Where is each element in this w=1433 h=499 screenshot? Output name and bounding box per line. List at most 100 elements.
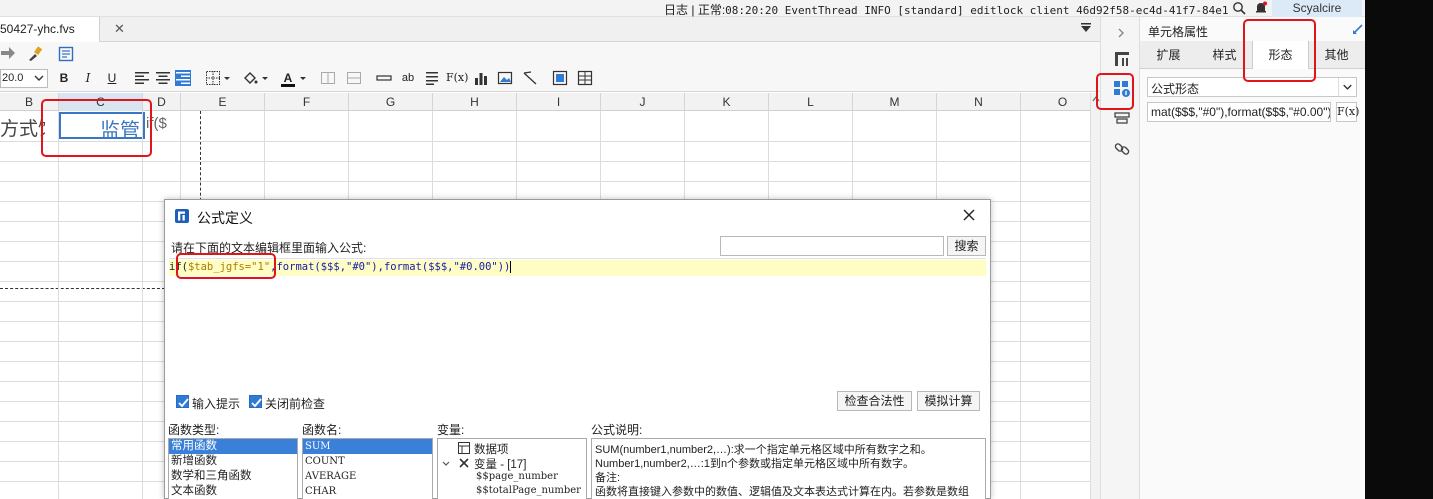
annotation-box-cell — [41, 99, 152, 157]
font-color-letter: A — [283, 71, 293, 85]
dialog-titlebar: 公式定义 — [165, 200, 990, 232]
chevron-right-icon[interactable] — [1115, 27, 1127, 39]
bold-button[interactable]: B — [56, 70, 72, 86]
format-painter-icon[interactable] — [27, 46, 43, 62]
func-name-item[interactable]: COUNT — [303, 454, 432, 469]
input-hint-label: 输入提示 — [192, 397, 241, 411]
bell-icon[interactable] — [1254, 1, 1268, 15]
status-prefix: 正常: — [697, 3, 726, 17]
tree-variable-group[interactable]: 变量 - [17] — [474, 456, 526, 472]
column-header-j[interactable]: J — [601, 93, 685, 111]
preview-icon[interactable] — [58, 46, 74, 62]
input-hint-checkbox[interactable] — [176, 395, 189, 408]
func-type-item[interactable]: 数学和三角函数 — [169, 469, 297, 484]
insert-row-icon[interactable] — [376, 70, 392, 86]
paragraph-icon[interactable] — [424, 70, 440, 86]
column-header-f[interactable]: F — [265, 93, 349, 111]
search-button[interactable]: 搜索 — [947, 236, 986, 256]
slash-icon[interactable] — [522, 70, 538, 86]
user-name[interactable]: Scyalcire — [1272, 0, 1362, 17]
check-before-close-checkbox[interactable] — [249, 395, 262, 408]
status-bar: 日志 | 正常:08:20:20 EventThread INFO [stand… — [0, 0, 1433, 17]
align-right-icon[interactable] — [175, 70, 191, 86]
search-icon[interactable] — [1232, 1, 1246, 15]
annotation-box-tab — [1243, 19, 1316, 82]
layer-icon[interactable] — [1113, 110, 1131, 128]
font-size-select[interactable]: 20.0 — [0, 69, 48, 88]
table-icon — [458, 442, 470, 454]
formula-editor-button[interactable]: F(x) — [1336, 102, 1359, 122]
column-header-h[interactable]: H — [433, 93, 517, 111]
column-header-g[interactable]: G — [349, 93, 433, 111]
tree-data-item[interactable]: 数据项 — [474, 441, 509, 457]
func-name-label: 函数名: — [302, 423, 342, 437]
tree-variable-page-number[interactable]: $$page_number — [476, 471, 558, 482]
validate-button[interactable]: 检查合法性 — [837, 391, 912, 411]
tab-menu-icon[interactable] — [1080, 23, 1092, 35]
link-icon[interactable] — [1113, 140, 1131, 158]
func-type-label: 函数类型: — [168, 423, 220, 437]
border-icon[interactable] — [205, 70, 221, 86]
func-name-item[interactable]: AVERAGE — [303, 469, 432, 484]
func-type-item[interactable]: 新增函数 — [169, 454, 297, 469]
variable-icon — [459, 458, 469, 468]
column-header-e[interactable]: E — [181, 93, 265, 111]
desktop-background — [1365, 0, 1433, 499]
split-cells-icon[interactable] — [346, 70, 362, 86]
merge-cells-icon[interactable] — [320, 70, 336, 86]
close-icon[interactable] — [961, 207, 977, 223]
align-center-icon[interactable] — [155, 70, 171, 86]
func-type-list[interactable]: 常用函数 新增函数 数学和三角函数 文本函数 — [168, 438, 298, 499]
variable-tree[interactable]: 数据项 变量 - [17] $$page_number $$totalPage_… — [437, 438, 587, 499]
function-search-input[interactable] — [720, 236, 944, 256]
widget-icon[interactable] — [552, 70, 568, 86]
border-dropdown-icon[interactable] — [222, 70, 232, 86]
fill-color-icon[interactable] — [242, 70, 258, 86]
app-window: 日志 | 正常:08:20:20 EventThread INFO [stand… — [0, 0, 1433, 499]
image-icon[interactable] — [497, 70, 513, 86]
checkmark-icon — [178, 398, 189, 408]
italic-button[interactable]: I — [80, 70, 96, 86]
panel-tab-3[interactable]: 其他 — [1308, 41, 1365, 69]
close-tab-icon[interactable]: ✕ — [114, 21, 125, 37]
pin-icon[interactable] — [1352, 23, 1364, 35]
vertical-scrollbar[interactable] — [1090, 93, 1100, 499]
log-label[interactable]: 日志 — [664, 3, 688, 17]
file-tab-bar: 50427-yhc.fvs ✕ — [0, 17, 1100, 42]
tree-expand-icon[interactable] — [442, 460, 450, 468]
desc-line: SUM(number1,number2,…):求一个指定单元格区域中所有数字之和… — [595, 444, 932, 456]
column-header-i[interactable]: I — [517, 93, 601, 111]
func-name-list[interactable]: SUM COUNT AVERAGE CHAR — [302, 438, 433, 499]
fill-dropdown-icon[interactable] — [260, 70, 270, 86]
variable-label: 变量: — [437, 423, 465, 437]
cell-expand-icon[interactable] — [1113, 50, 1131, 68]
func-type-item[interactable]: 文本函数 — [169, 484, 297, 499]
column-header-k[interactable]: K — [685, 93, 769, 111]
tree-variable-total-page[interactable]: $$totalPage_number — [476, 485, 581, 496]
font-color-dropdown-icon[interactable] — [298, 70, 308, 86]
display-formula-input[interactable]: mat($$$,"#0"),format($$$,"#0.00")) — [1147, 102, 1331, 122]
formula-editor[interactable]: if($tab_jgfs="1",format($$$,"#0"),format… — [169, 258, 986, 384]
column-header-n[interactable]: N — [937, 93, 1021, 111]
file-tab[interactable]: 50427-yhc.fvs — [0, 17, 100, 42]
align-left-icon[interactable] — [134, 70, 150, 86]
font-color-swatch — [281, 84, 295, 87]
chart-icon[interactable] — [473, 70, 489, 86]
cell-property-panel: 单元格属性 扩展 样式 形态 其他 公式形态 mat($$$,"#0"),format… — [1140, 17, 1365, 499]
grid-row-line — [0, 161, 1090, 162]
toolbar-row-2: 20.0 B I U A ab F(x) — [0, 66, 1100, 92]
func-name-item[interactable]: CHAR — [303, 484, 432, 499]
simulate-button[interactable]: 模拟计算 — [917, 391, 980, 411]
sheet-icon[interactable] — [577, 70, 593, 86]
formula-button[interactable]: F(x) — [446, 70, 468, 86]
func-type-item[interactable]: 常用函数 — [169, 439, 297, 454]
column-header-m[interactable]: M — [853, 93, 937, 111]
redo-icon[interactable] — [0, 46, 16, 62]
page-break-horizontal — [0, 288, 165, 289]
panel-tab-0[interactable]: 扩展 — [1140, 41, 1197, 69]
underline-button[interactable]: U — [104, 70, 120, 86]
annotation-box-code — [176, 253, 276, 279]
func-name-item[interactable]: SUM — [303, 439, 432, 454]
column-header-l[interactable]: L — [769, 93, 853, 111]
text-button[interactable]: ab — [400, 70, 416, 86]
